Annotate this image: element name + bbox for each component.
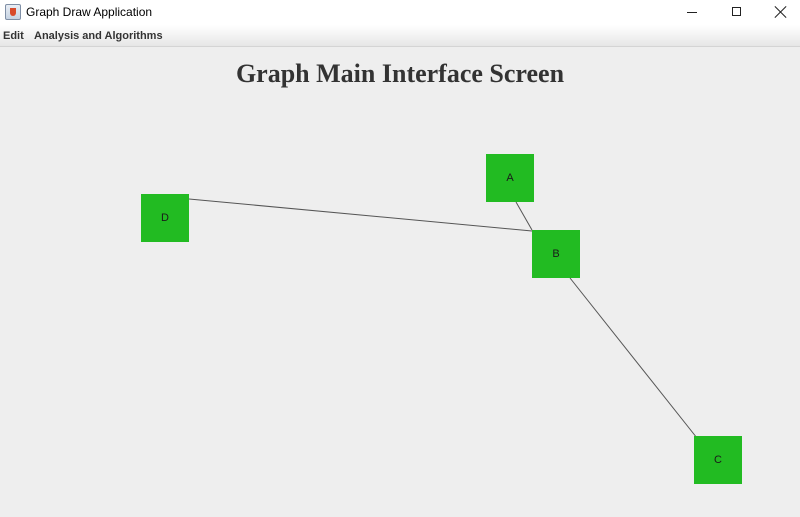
window-title: Graph Draw Application [26, 5, 153, 19]
close-button[interactable] [758, 0, 800, 25]
menu-analysis-and-algorithms[interactable]: Analysis and Algorithms [34, 30, 163, 42]
java-app-icon [5, 4, 21, 20]
graph-canvas[interactable]: Graph Main Interface Screen [0, 47, 800, 517]
close-icon [774, 5, 788, 19]
minimize-button[interactable] [669, 0, 715, 25]
app-window: Graph Draw Application Edit Analysis and… [0, 0, 800, 517]
minimize-icon [687, 12, 697, 13]
title-bar[interactable]: Graph Draw Application [0, 0, 800, 25]
graph-node-a[interactable]: A [486, 154, 534, 202]
maximize-button[interactable] [714, 0, 760, 25]
graph-node-c[interactable]: C [694, 436, 742, 484]
maximize-icon [732, 7, 741, 16]
menu-edit[interactable]: Edit [3, 30, 24, 42]
menu-bar: Edit Analysis and Algorithms [0, 25, 800, 47]
page-title: Graph Main Interface Screen [235, 59, 565, 88]
graph-node-d[interactable]: D [141, 194, 189, 242]
graph-node-b[interactable]: B [532, 230, 580, 278]
